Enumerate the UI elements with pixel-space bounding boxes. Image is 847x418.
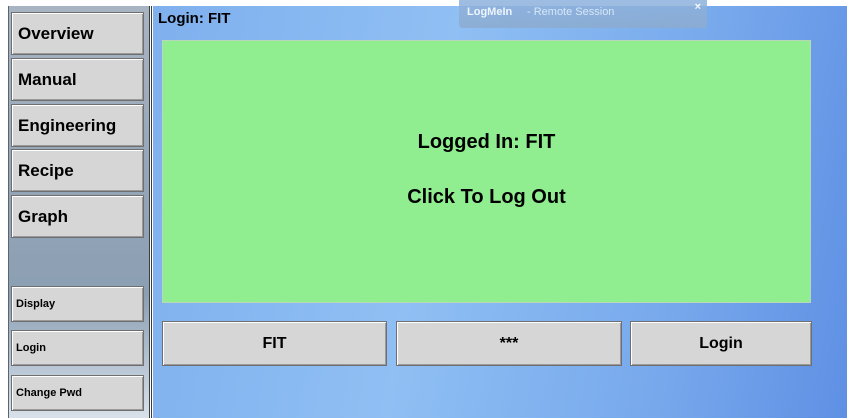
logmein-session-bar[interactable]: LogMeIn - Remote Session × <box>459 0 707 28</box>
main-panel: Login: FIT LogMeIn - Remote Session × Lo… <box>153 0 847 418</box>
password-field[interactable]: *** <box>396 321 622 366</box>
nav-engineering-button[interactable]: Engineering <box>11 104 144 147</box>
page-title: Login: FIT <box>158 10 231 27</box>
nav-login-button[interactable]: Login <box>11 330 144 366</box>
logmein-brand: LogMeIn <box>467 6 513 18</box>
nav-manual-button[interactable]: Manual <box>11 58 144 101</box>
sidebar: Overview Manual Engineering Recipe Graph… <box>8 6 150 418</box>
nav-overview-button[interactable]: Overview <box>11 12 144 55</box>
username-field[interactable]: FIT <box>162 321 387 366</box>
hmi-screen: Overview Manual Engineering Recipe Graph… <box>0 0 847 418</box>
nav-recipe-button[interactable]: Recipe <box>11 149 144 192</box>
logout-status-panel[interactable]: Logged In: FIT Click To Log Out <box>162 40 811 303</box>
sidebar-divider <box>149 6 152 418</box>
nav-graph-button[interactable]: Graph <box>11 195 144 238</box>
logout-prompt: Click To Log Out <box>407 186 566 208</box>
logmein-subtitle: - Remote Session <box>527 6 615 18</box>
nav-display-button[interactable]: Display <box>11 286 144 322</box>
logged-in-status: Logged In: FIT <box>417 131 556 153</box>
close-icon[interactable]: × <box>695 1 701 13</box>
nav-change-password-button[interactable]: Change Pwd <box>11 375 144 411</box>
login-button[interactable]: Login <box>630 321 812 366</box>
